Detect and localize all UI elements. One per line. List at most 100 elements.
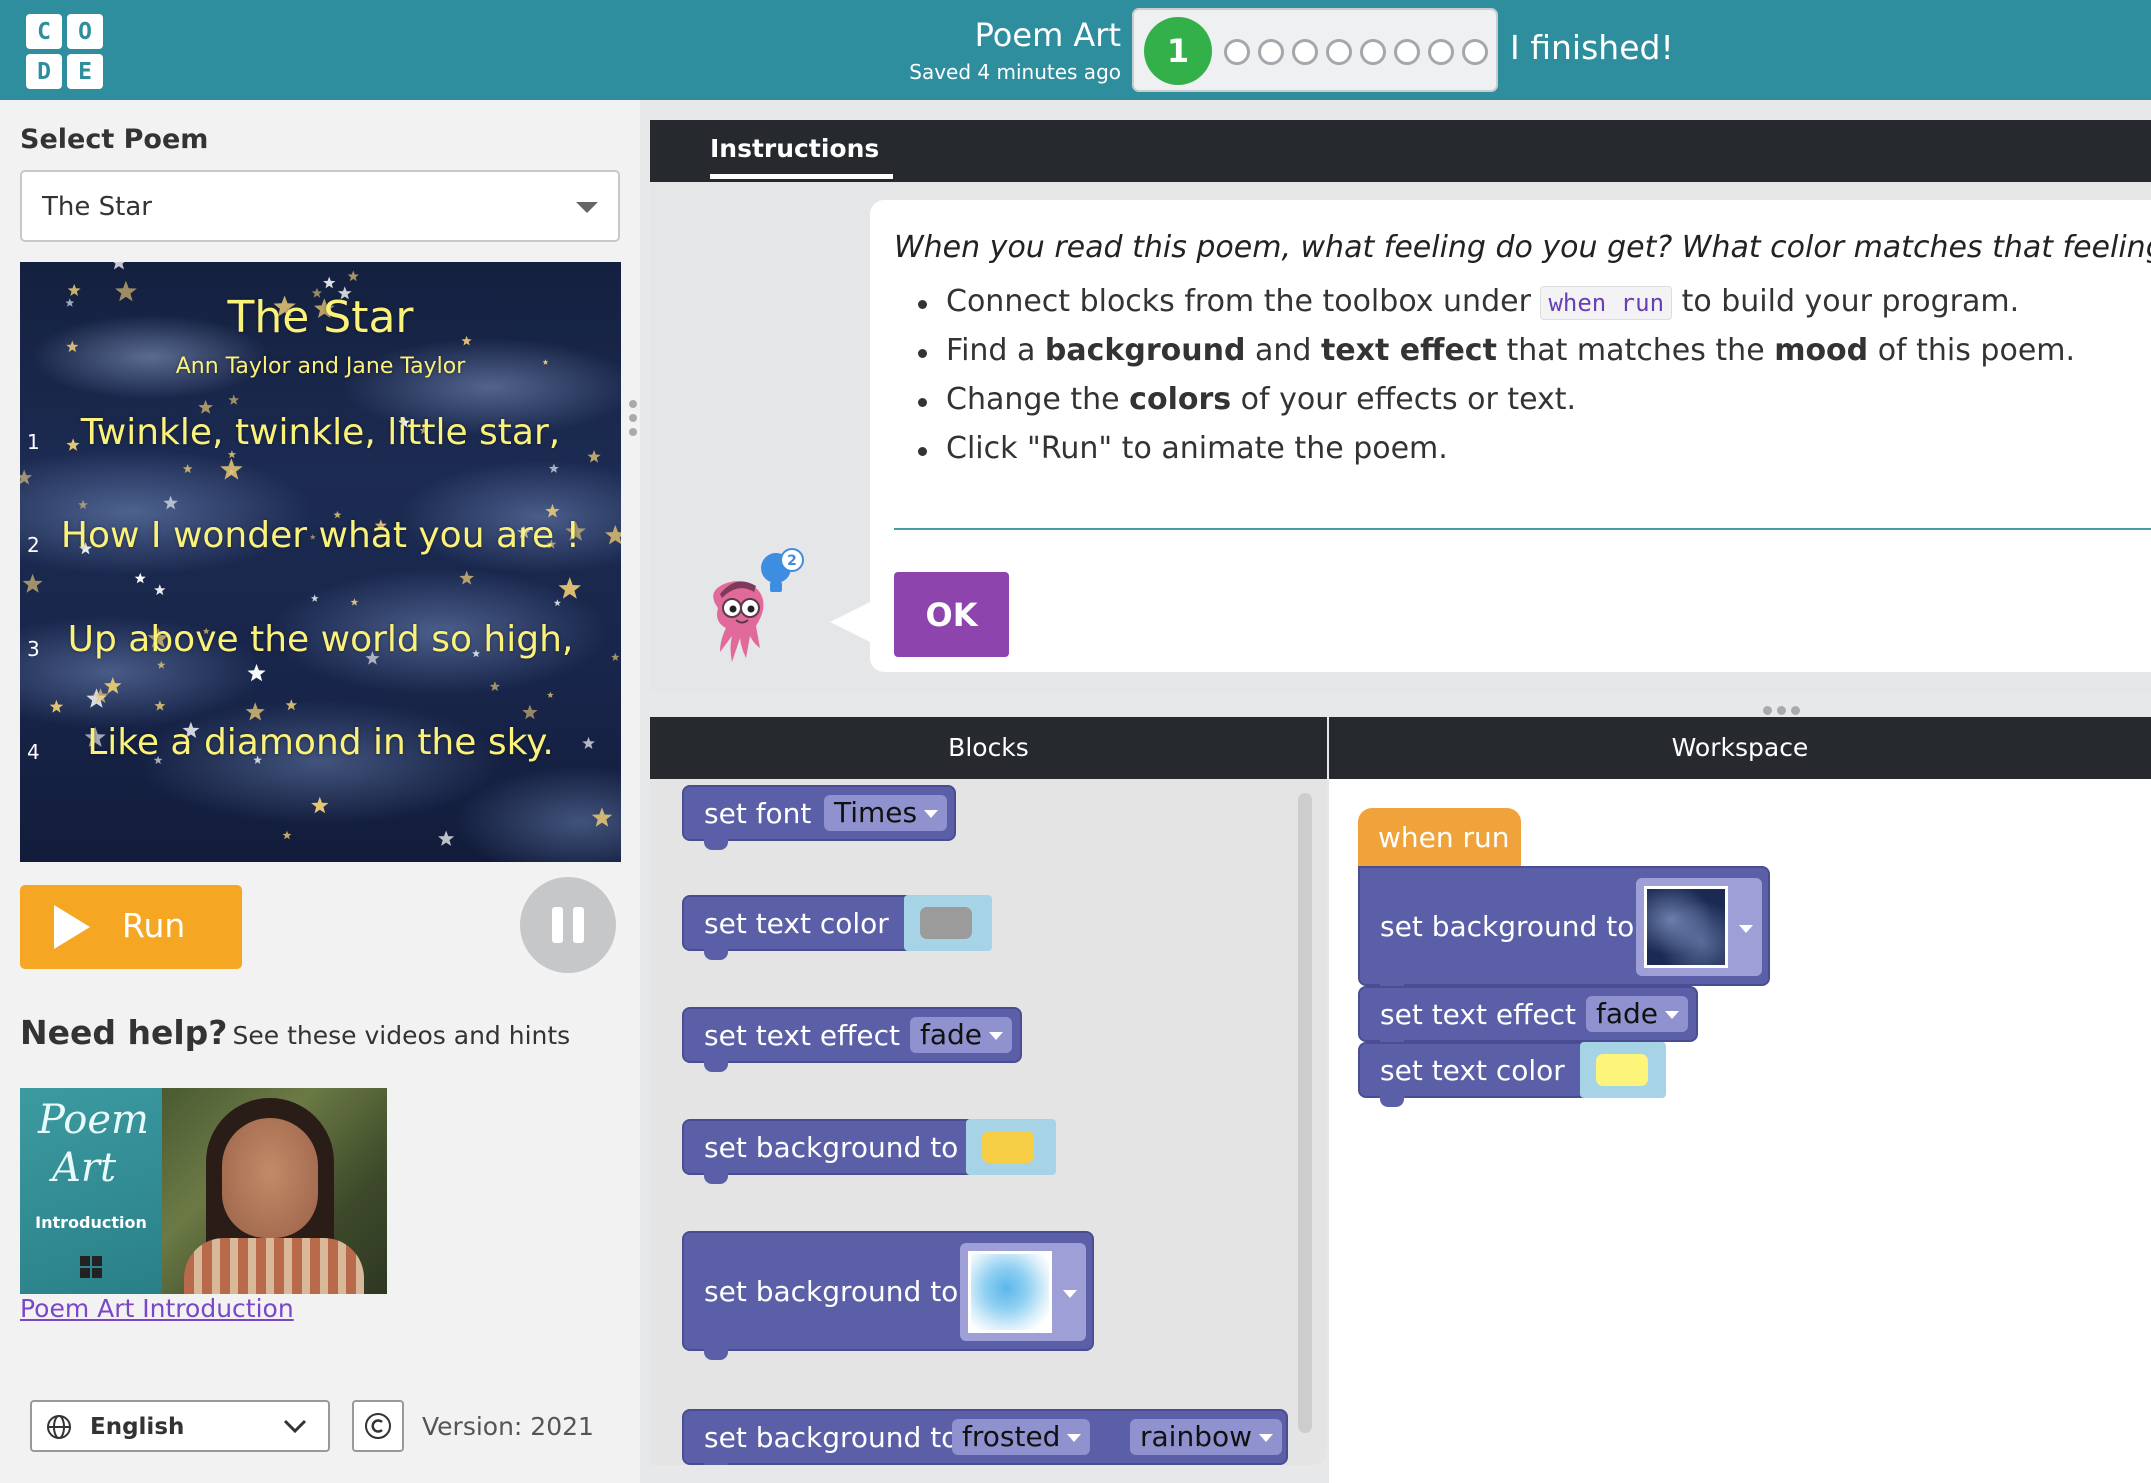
instruction-text: Connect blocks from the toolbox under (946, 284, 1541, 319)
line-number: 2 (27, 533, 40, 557)
level-dot[interactable] (1326, 39, 1352, 65)
globe-icon (47, 1415, 71, 1439)
star-decoration (547, 691, 554, 698)
blocks-header: Blocks (650, 717, 1327, 779)
block-label: set text effect (704, 1019, 900, 1052)
logo-letter: D (26, 54, 62, 89)
block-label: set text color (704, 907, 889, 940)
star-decoration (245, 702, 265, 721)
star-decoration (78, 499, 88, 509)
poem-select-value: The Star (42, 192, 152, 222)
video-thumb-caption: Introduction (35, 1213, 147, 1232)
need-help-heading: Need help? See these videos and hints (20, 1013, 570, 1052)
instructions-header: Instructions (650, 120, 2151, 182)
level-dot[interactable] (1224, 39, 1250, 65)
text-effect-dropdown[interactable]: fade (1586, 996, 1689, 1032)
level-dot[interactable] (1428, 39, 1454, 65)
text-effect-dropdown[interactable]: fade (910, 1017, 1013, 1053)
instruction-emphasis: mood (1774, 333, 1869, 368)
workspace-block-set-text-color[interactable]: set text color (1358, 1042, 1598, 1107)
presenter-face (222, 1118, 318, 1238)
font-dropdown[interactable]: Times (824, 795, 948, 831)
star-decoration (182, 463, 193, 474)
video-thumbnail[interactable]: Poem Art Introduction (20, 1088, 387, 1294)
lightbulb-hint-icon[interactable]: 2 (761, 548, 804, 592)
star-decoration (350, 598, 359, 606)
poem-line: How I wonder what you are ! (60, 515, 581, 556)
finished-link[interactable]: I finished! (1510, 28, 1674, 67)
background-image-dropdown[interactable] (1636, 878, 1762, 976)
instruction-emphasis: text effect (1320, 333, 1497, 368)
instruction-text: of this poem. (1868, 333, 2076, 368)
block-label: set font (704, 797, 812, 830)
instruction-item: Click "Run" to animate the poem. (914, 431, 2075, 480)
instruction-item: Change the colors of your effects or tex… (914, 382, 2075, 431)
instructions-resize-handle[interactable] (1763, 700, 1807, 715)
instruction-text: to build your program. (1672, 284, 2020, 319)
star-decoration (157, 660, 166, 669)
color-swatch-yellow[interactable] (1596, 1054, 1648, 1086)
star-decoration (20, 469, 33, 485)
color-swatch-yellow[interactable] (982, 1131, 1034, 1163)
toolbox-block-set-text-color[interactable]: set text color (682, 895, 922, 960)
video-thumb-title-line: Art (52, 1145, 117, 1191)
toolbox-scrollbar[interactable] (1298, 793, 1312, 1433)
toolbox-block-set-background-effect[interactable]: set background to frosted rainbow (682, 1409, 1288, 1465)
tab-instructions[interactable]: Instructions (710, 134, 879, 163)
background-effect-dropdown[interactable]: frosted (952, 1419, 1091, 1455)
current-level-bubble[interactable]: 1 (1144, 17, 1212, 85)
star-decoration (154, 700, 166, 711)
saved-status: Saved 4 minutes ago (909, 60, 1121, 84)
poem-select[interactable]: The Star (20, 170, 620, 242)
level-dot[interactable] (1394, 39, 1420, 65)
star-decoration (285, 699, 297, 711)
star-decoration (22, 573, 43, 593)
when-run-block[interactable]: when run (1358, 808, 1521, 866)
background-image-dropdown[interactable] (960, 1243, 1086, 1341)
toolbox-block-set-font[interactable]: set font Times (682, 785, 956, 850)
star-decoration (548, 463, 559, 473)
poem-preview-canvas: The Star Ann Taylor and Jane Taylor Twin… (20, 262, 621, 862)
block-label: set background to (704, 1275, 959, 1308)
star-decoration (459, 570, 474, 585)
speech-bubble-pointer (830, 600, 874, 644)
line-number: 1 (27, 430, 40, 454)
ok-button[interactable]: OK (894, 572, 1009, 657)
level-dot[interactable] (1292, 39, 1318, 65)
toolbox-block-set-text-effect[interactable]: set text effect fade (682, 1007, 1022, 1072)
level-dot[interactable] (1462, 39, 1488, 65)
run-label: Run (122, 906, 186, 945)
panel-resize-handle[interactable] (629, 400, 639, 446)
pause-button[interactable] (520, 877, 616, 973)
play-icon (54, 905, 90, 949)
instruction-text: that matches the (1496, 333, 1775, 368)
line-number: 4 (27, 740, 40, 764)
code-org-logo[interactable]: C O D E (26, 14, 104, 89)
toolbox-block-set-background-color[interactable]: set background to (682, 1119, 982, 1184)
video-thumb-title-card: Poem Art Introduction (20, 1088, 162, 1294)
workspace-block-set-background[interactable]: set background to (1358, 866, 1770, 995)
video-link[interactable]: Poem Art Introduction (20, 1294, 294, 1323)
language-select[interactable]: English (30, 1400, 330, 1452)
video-thumb-title-line: Poem (38, 1097, 149, 1143)
workspace-header: Workspace (1329, 717, 2151, 779)
workspace-block-set-text-effect[interactable]: set text effect fade (1358, 986, 1698, 1051)
star-field (20, 262, 621, 846)
run-button[interactable]: Run (20, 885, 242, 969)
star-decoration (347, 270, 359, 282)
logo-letter: E (67, 54, 103, 89)
toolbox-block-set-background-image[interactable]: set background to (682, 1231, 1094, 1360)
color-swatch-gray[interactable] (920, 907, 972, 939)
select-poem-label: Select Poem (20, 124, 209, 155)
top-header: C O D E Poem Art Saved 4 minutes ago 1 I… (0, 0, 2151, 100)
level-dot[interactable] (1360, 39, 1386, 65)
octopus-bot-avatar[interactable]: 2 (696, 548, 806, 678)
instruction-text: Change the (946, 382, 1130, 417)
level-dot[interactable] (1258, 39, 1284, 65)
instruction-emphasis: background (1044, 333, 1246, 368)
copyright-button[interactable] (352, 1400, 404, 1452)
project-title: Poem Art (974, 16, 1121, 54)
palette-dropdown[interactable]: rainbow (1130, 1419, 1282, 1455)
instruction-emphasis: colors (1129, 382, 1232, 417)
poem-line: Like a diamond in the sky. (87, 722, 554, 763)
